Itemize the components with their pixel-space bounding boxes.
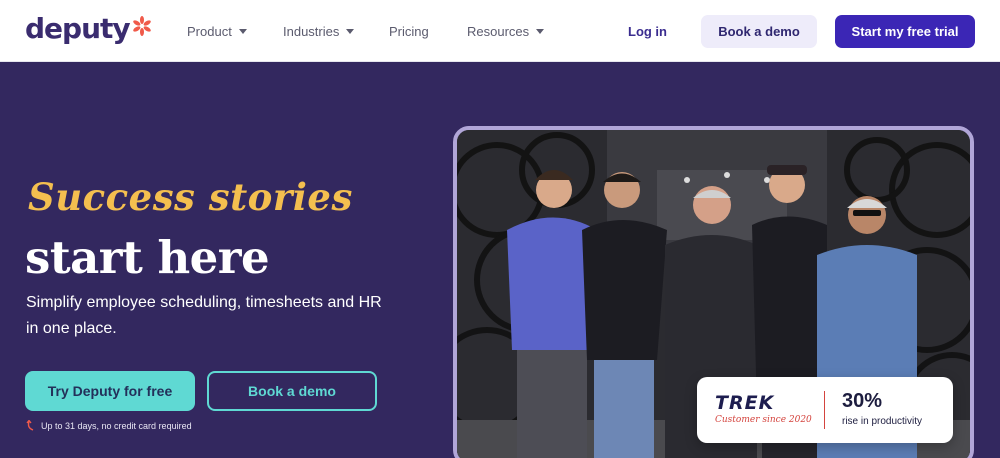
nav-product-label: Product — [187, 24, 232, 39]
stat-label: rise in productivity — [842, 416, 923, 427]
stat-value: 30% — [842, 390, 883, 412]
nav-start-trial-button[interactable]: Start my free trial — [835, 15, 975, 48]
deputy-logo[interactable]: deputy — [25, 12, 152, 45]
nav-resources[interactable]: Resources — [467, 24, 545, 39]
hero-subtitle: Simplify employee scheduling, timesheets… — [26, 294, 382, 337]
nav-pricing[interactable]: Pricing — [389, 24, 429, 39]
chevron-down-icon — [536, 29, 545, 34]
top-navigation: deputy Product Industries Pricing Resour… — [0, 0, 1000, 62]
chevron-down-icon — [238, 29, 247, 34]
chevron-down-icon — [346, 29, 355, 34]
card-divider — [824, 391, 825, 429]
nav-industries[interactable]: Industries — [283, 24, 355, 39]
nav-industries-label: Industries — [283, 24, 340, 39]
testimonial-card: TREK Customer since 2020 30% rise in pro… — [697, 377, 953, 443]
try-free-button[interactable]: Try Deputy for free — [25, 371, 195, 411]
nav-pricing-label: Pricing — [389, 24, 429, 39]
trial-note-text: Up to 31 days, no credit card required — [41, 420, 192, 431]
nav-product[interactable]: Product — [187, 24, 247, 39]
curved-arrow-icon — [26, 420, 34, 431]
nav-book-demo-button[interactable]: Book a demo — [701, 15, 817, 48]
trek-logo: TREK — [715, 392, 775, 414]
logo-star-icon — [132, 15, 151, 36]
trial-note: Up to 31 days, no credit card required — [26, 420, 192, 431]
hero-title: start here — [25, 231, 270, 284]
customer-since: Customer since 2020 — [715, 415, 812, 425]
nav-resources-label: Resources — [467, 24, 530, 39]
login-link[interactable]: Log in — [628, 24, 667, 39]
book-demo-button[interactable]: Book a demo — [207, 371, 377, 411]
hero-script-title: Success stories — [28, 175, 353, 219]
logo-wordmark: deputy — [25, 12, 131, 45]
